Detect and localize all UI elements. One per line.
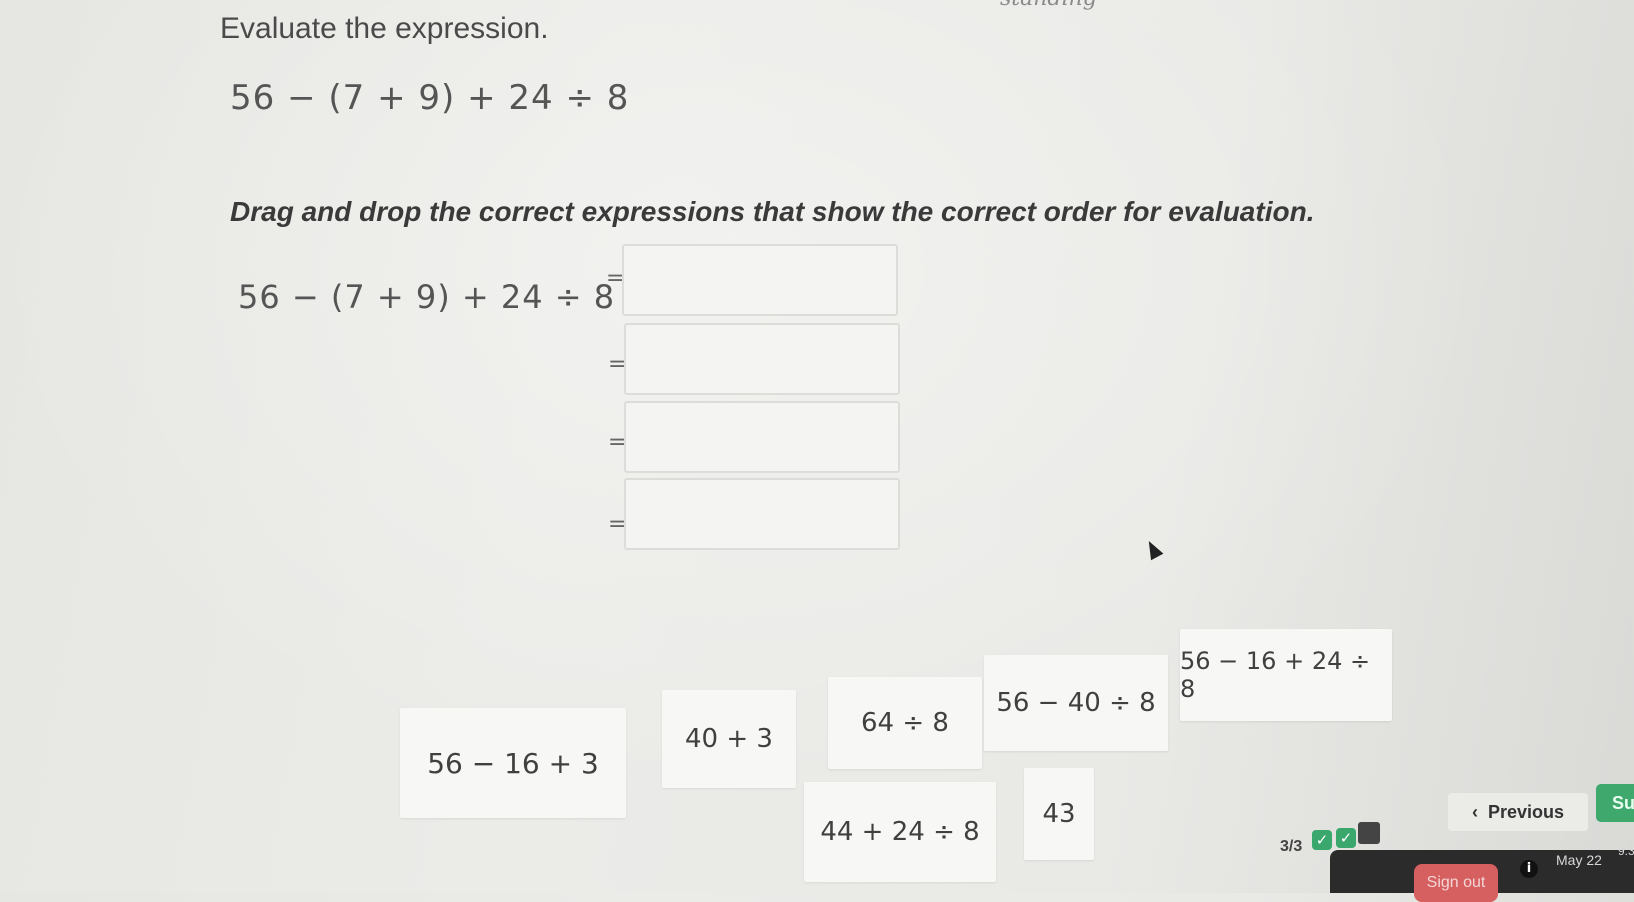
tile-44-plus-24-div-8[interactable]: 44 + 24 ÷ 8 [804,782,996,882]
submit-button[interactable]: Sub [1596,784,1634,822]
info-icon[interactable]: i [1520,860,1538,878]
previous-button-label: Previous [1487,801,1565,822]
check-icon-2: ✓ [1336,828,1356,848]
progress-count: 3/3 [1280,838,1303,855]
tile-56-minus-40-div-8[interactable]: 56 − 40 ÷ 8 [984,655,1168,751]
tile-40-plus-3[interactable]: 40 + 3 [662,690,796,788]
page-title: Evaluate the expression. [220,12,549,45]
tile-43[interactable]: 43 [1024,768,1094,860]
sign-out-button[interactable]: Sign out [1414,864,1498,902]
taskbar-date: May 22 [1556,852,1602,868]
drop-slot-3[interactable] [624,401,900,473]
tile-56-minus-16-plus-3[interactable]: 56 − 16 + 3 [400,708,626,818]
drop-slot-2[interactable] [624,323,900,395]
previous-button[interactable]: ‹ Previous [1448,793,1588,831]
drop-slot-4[interactable] [624,478,900,550]
taskbar-time: 9:3 [1618,844,1634,858]
top-hint-text: standing [1000,0,1097,11]
instruction-text: Drag and drop the correct expressions th… [230,196,1315,227]
check-icon-1: ✓ [1312,830,1332,850]
current-question-indicator [1358,822,1380,844]
chevron-left-icon: ‹ [1471,801,1478,822]
tile-64-div-8[interactable]: 64 ÷ 8 [828,677,982,769]
mouse-cursor-icon [1142,537,1164,561]
drop-slot-1[interactable] [622,244,898,316]
step-lhs-expression: 56 − (7 + 9) + 24 ÷ 8 [238,278,616,316]
tile-56-minus-16-plus-24-div-8[interactable]: 56 − 16 + 24 ÷ 8 [1180,629,1392,721]
problem-expression: 56 − (7 + 9) + 24 ÷ 8 [230,78,630,118]
